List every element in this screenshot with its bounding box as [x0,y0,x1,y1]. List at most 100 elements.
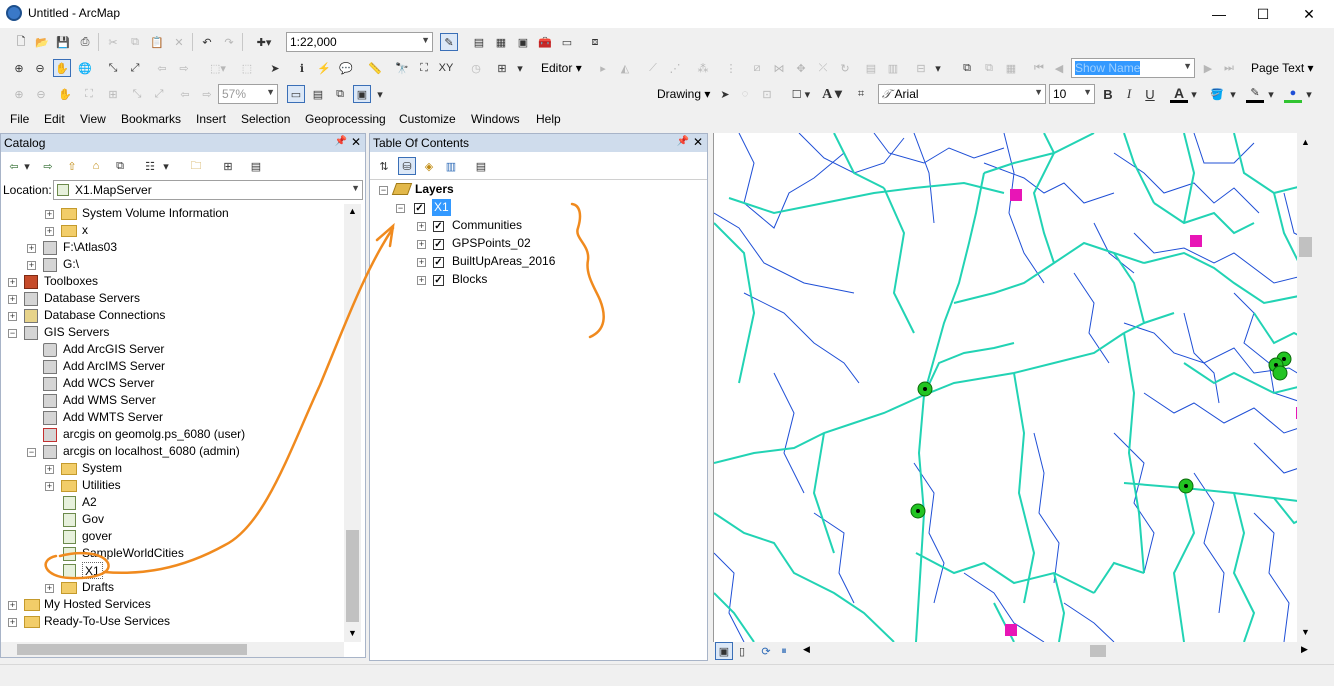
expand-icon[interactable]: + [8,278,17,287]
tree-item-arcgis-geomolg[interactable]: arcgis on geomolg.ps_6080 (user) [63,426,245,443]
chevron-down-icon[interactable]: ▼ [1301,627,1310,637]
new-folder-icon[interactable]: 🗀 [187,157,205,175]
map-display[interactable]: ▲ ▼ [713,133,1313,642]
marker-color-icon[interactable]: ● [1284,85,1302,103]
rotate-element-icon[interactable]: ◌ [736,85,754,103]
data-view-icon[interactable]: ▣ [715,642,733,660]
expand-icon[interactable]: + [8,618,17,627]
zoom-out-icon[interactable]: ⊖ [31,59,49,77]
go-to-xy-icon[interactable]: XY [437,59,455,77]
chevron-down-icon[interactable]: ▼ [348,628,357,638]
expand-icon[interactable]: + [45,227,54,236]
tree-item-x1-selected[interactable]: X1 [82,562,103,579]
toggle-contents-icon[interactable]: ⊞ [219,157,237,175]
fixed-zoom-in-icon[interactable]: ⤡ [104,59,122,77]
x1-group-checkbox[interactable]: ✓ [414,203,425,214]
tree-item-add-arcims-server[interactable]: Add ArcIMS Server [63,358,165,375]
chevron-right-icon[interactable]: ▶ [1301,644,1308,655]
tree-item-add-wmts-server[interactable]: Add WMTS Server [63,409,163,426]
toc-layer-builtupareas[interactable]: BuiltUpAreas_2016 [452,253,555,270]
fixed-zoom-out-icon[interactable]: ⤢ [126,59,144,77]
italic-button[interactable]: I [1120,85,1138,103]
font-size-combo[interactable]: 10 ▼ [1049,84,1095,104]
expand-icon[interactable]: + [45,584,54,593]
underline-button[interactable]: U [1141,85,1159,103]
delete-icon[interactable]: ✕ [170,33,188,51]
create-viewer-window-icon[interactable]: ⊞ [493,59,511,77]
map-vertical-scrollbar[interactable]: ▲ ▼ [1297,133,1313,642]
split-icon[interactable]: ⋈ [770,59,788,77]
chevron-up-icon[interactable]: ▲ [348,206,357,216]
html-popup-icon[interactable]: 💬 [337,59,355,77]
hyperlink-icon[interactable]: ⚡ [315,59,333,77]
expand-icon[interactable]: + [8,295,17,304]
location-combo[interactable]: X1.MapServer ▼ [53,180,363,200]
catalog-horizontal-scrollbar[interactable] [1,642,344,657]
show-name-combo[interactable]: Show Name ▼ [1071,58,1195,78]
print-icon[interactable]: ⎙ [76,33,94,51]
toc-options-icon[interactable]: ▤ [472,157,490,175]
search-window-icon[interactable]: ▣ [514,33,532,51]
new-text-icon[interactable]: A ▾ [818,85,846,103]
catalog-options-icon[interactable]: ▤ [247,157,265,175]
up-folder-icon[interactable]: ⇧ [63,157,81,175]
full-extent-icon[interactable]: 🌐 [76,59,94,77]
paste-icon[interactable]: 📋 [148,33,166,51]
tree-item-system[interactable]: System [82,460,122,477]
menu-bookmarks[interactable]: Bookmarks [121,112,181,126]
expand-icon[interactable]: + [45,210,54,219]
home-icon[interactable]: ⌂ [87,157,105,175]
page-text-menu[interactable]: Page Text ▾ [1251,61,1314,75]
pause-drawing-icon[interactable]: ⏸ [775,642,793,660]
undo-icon[interactable]: ↶ [198,33,216,51]
new-document-icon[interactable]: 🗋 [12,33,30,51]
tree-item-gov[interactable]: Gov [82,511,104,528]
reshape-icon[interactable]: ⋮ [722,59,740,77]
find-route-icon[interactable]: ⛶ [415,59,433,77]
editor-menu[interactable]: Editor ▾ [541,61,582,75]
cut-icon[interactable]: ✂ [104,33,122,51]
collapse-icon[interactable]: − [27,448,36,457]
rectangle-icon[interactable]: ☐ ▾ [786,85,816,103]
tree-item-database-servers[interactable]: Database Servers [44,290,140,307]
pin-icon[interactable]: 📌 [677,136,689,147]
modelbuilder-icon[interactable]: ⧈ [586,33,604,51]
focus-data-frame-icon[interactable]: ▤ [309,85,327,103]
save-icon[interactable]: 💾 [54,33,72,51]
rotate-icon[interactable]: ✥ [792,59,810,77]
blocks-checkbox[interactable]: ✓ [433,275,444,286]
collapse-icon[interactable]: − [8,329,17,338]
tree-item-add-wcs-server[interactable]: Add WCS Server [63,375,154,392]
table-of-contents-icon[interactable]: ▤ [470,33,488,51]
menu-geoprocessing[interactable]: Geoprocessing [305,112,386,126]
edit-vertices-draw-icon[interactable]: ⌗ [852,85,870,103]
map-scale-combo[interactable]: 1:22,000 ▼ [286,32,433,52]
bold-button[interactable]: B [1099,85,1117,103]
menu-view[interactable]: View [80,112,106,126]
sketch-properties-icon[interactable]: ↻ [836,59,854,77]
font-color-button[interactable]: A [1170,85,1188,103]
chevron-down-icon[interactable]: ▾ [22,157,32,175]
line-color-icon[interactable]: ✎ [1246,85,1264,103]
tree-item-ready-to-use-services[interactable]: Ready-To-Use Services [44,613,170,630]
attribute-table-icon[interactable]: ⊟ [912,59,930,77]
chevron-down-icon[interactable]: ▾ [932,59,944,77]
scrollbar-thumb[interactable] [346,530,359,622]
toggle-draft-mode-icon[interactable]: ▭ [287,85,305,103]
menu-windows[interactable]: Windows [471,112,520,126]
close-window-button[interactable]: ✕ [1286,0,1332,28]
time-slider-icon[interactable]: ◷ [467,59,485,77]
collapse-icon[interactable]: − [379,186,388,195]
menu-edit[interactable]: Edit [44,112,65,126]
gpspoints-checkbox[interactable]: ✓ [433,239,444,250]
tree-item-f-atlas03[interactable]: F:\Atlas03 [63,239,117,256]
layout-grid-icon[interactable]: ▦ [1002,59,1020,77]
tree-item-x-folder[interactable]: x [82,222,88,239]
tree-item-a2[interactable]: A2 [82,494,97,511]
catalog-window-icon[interactable]: ▦ [492,33,510,51]
expand-icon[interactable]: + [417,222,426,231]
list-by-source-icon[interactable]: ⛁ [398,157,416,175]
layout-zoom-out-icon[interactable]: ⊖ [32,85,50,103]
attributes-icon[interactable]: ⤫ [814,59,832,77]
tree-item-sampleworldcities[interactable]: SampleWorldCities [82,545,184,562]
